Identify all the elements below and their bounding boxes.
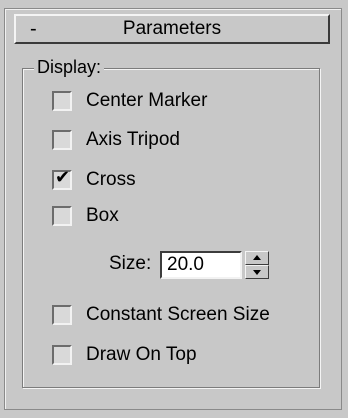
center-marker-label: Center Marker [86,90,208,111]
size-spinner[interactable] [245,251,269,279]
box-label: Box [86,205,119,226]
draw-on-top-option[interactable]: Draw On Top [52,342,197,368]
box-option[interactable]: Box [52,203,119,229]
draw-on-top-label: Draw On Top [86,344,197,365]
center-marker-option[interactable]: Center Marker [52,88,207,114]
box-checkbox[interactable] [52,206,72,226]
parameters-rollout-header[interactable]: - Parameters [14,14,330,44]
rollout-title: Parameters [122,18,222,39]
cross-option[interactable]: ✔ Cross [52,167,136,193]
axis-tripod-label: Axis Tripod [86,129,180,150]
spin-up-button[interactable] [245,251,269,265]
center-marker-checkbox[interactable] [52,91,72,111]
triangle-up-icon [253,255,261,260]
size-label: Size: [109,253,152,274]
constant-screen-size-checkbox[interactable] [52,305,72,325]
constant-screen-size-label: Constant Screen Size [86,304,270,325]
axis-tripod-checkbox[interactable] [52,130,72,150]
constant-screen-size-option[interactable]: Constant Screen Size [52,302,270,328]
display-group-label: Display: [34,56,105,78]
cross-checkbox[interactable]: ✔ [52,167,72,190]
checkmark-icon: ✔ [55,167,71,188]
size-input[interactable] [160,251,242,279]
axis-tripod-option[interactable]: Axis Tripod [52,127,180,153]
spin-down-button[interactable] [245,265,269,279]
triangle-down-icon [253,270,261,275]
draw-on-top-checkbox[interactable] [52,345,72,365]
cross-label: Cross [86,169,136,190]
